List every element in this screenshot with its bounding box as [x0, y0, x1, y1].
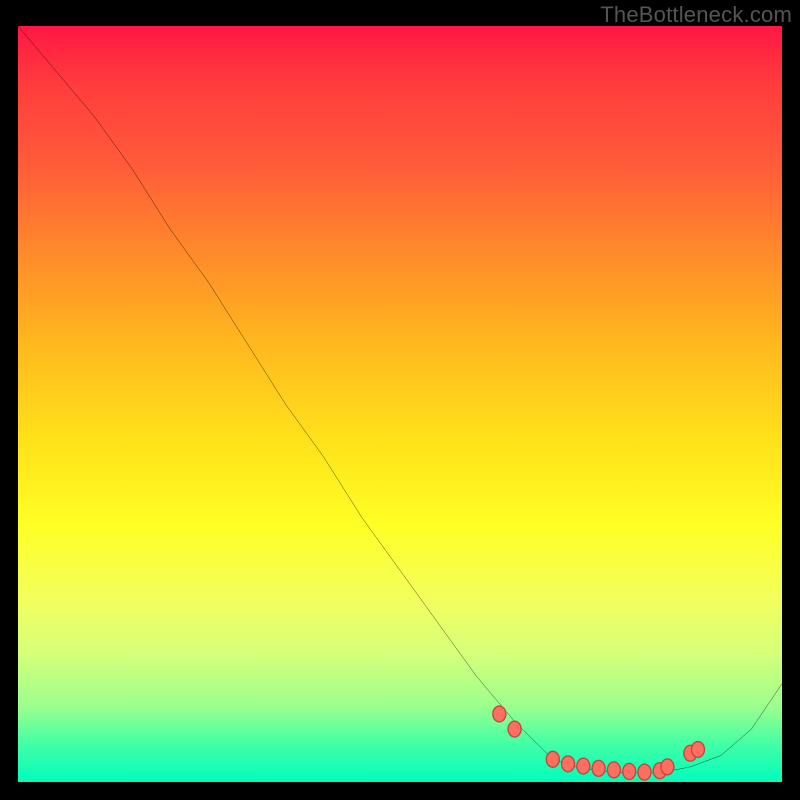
marker-dot [546, 751, 559, 767]
marker-dot [508, 721, 521, 737]
curve-line [18, 26, 782, 773]
marker-dot [661, 759, 674, 775]
marker-dot [623, 763, 636, 779]
plot-area [18, 26, 782, 782]
marker-dot [607, 762, 620, 778]
marker-dot [577, 758, 590, 774]
marker-dot [691, 742, 704, 758]
marker-dot [493, 706, 506, 722]
marker-dot [562, 756, 575, 772]
marker-dot [592, 760, 605, 776]
curve-markers [493, 706, 705, 780]
watermark-text: TheBottleneck.com [600, 2, 792, 28]
chart-frame: TheBottleneck.com [0, 0, 800, 800]
marker-dot [638, 764, 651, 780]
plot-svg [18, 26, 782, 782]
